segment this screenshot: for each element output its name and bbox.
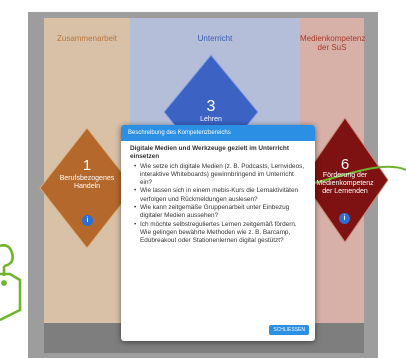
help-doodle-icon (0, 244, 22, 322)
close-button[interactable]: SCHLIESSEN (269, 325, 309, 335)
list-item: Wie setze ich digitale Medien (z. B. Pod… (134, 163, 306, 188)
modal-heading: Digitale Medien und Werkzeuge gezielt im… (130, 145, 289, 161)
question-list: Wie setze ich digitale Medien (z. B. Pod… (130, 163, 306, 246)
list-item: Wie lassen sich in einem mebis-Kurs die … (134, 187, 306, 204)
diamond-6-label: Förderung der Medienkompetenz der Lernen… (316, 172, 374, 195)
screenshot: Zusammenarbeit Unterricht Medienkompeten… (0, 0, 406, 358)
list-item: Ich möchte selbstreguliertes Lernen zeit… (134, 221, 306, 246)
diamond-3-number: 3 (206, 98, 216, 115)
list-item: Wie kann zeitgemäße Gruppenarbeit unter … (134, 204, 306, 221)
modal-body: Digitale Medien und Werkzeuge gezielt im… (121, 141, 315, 246)
diamond-1-label: Berufsbezogenes Handeln (59, 175, 115, 190)
competence-modal: Beschreibung des Kompetenzbereichs Digit… (121, 125, 315, 341)
diamond-6-info-icon[interactable]: i (339, 213, 350, 224)
modal-title: Beschreibung des Kompetenzbereichs (121, 125, 315, 141)
diamond-1-number: 1 (82, 157, 92, 174)
diamond-3-label: Lehren (200, 116, 222, 123)
diamond-6-number: 6 (340, 156, 350, 173)
diamond-1-info-icon[interactable]: i (82, 215, 93, 226)
